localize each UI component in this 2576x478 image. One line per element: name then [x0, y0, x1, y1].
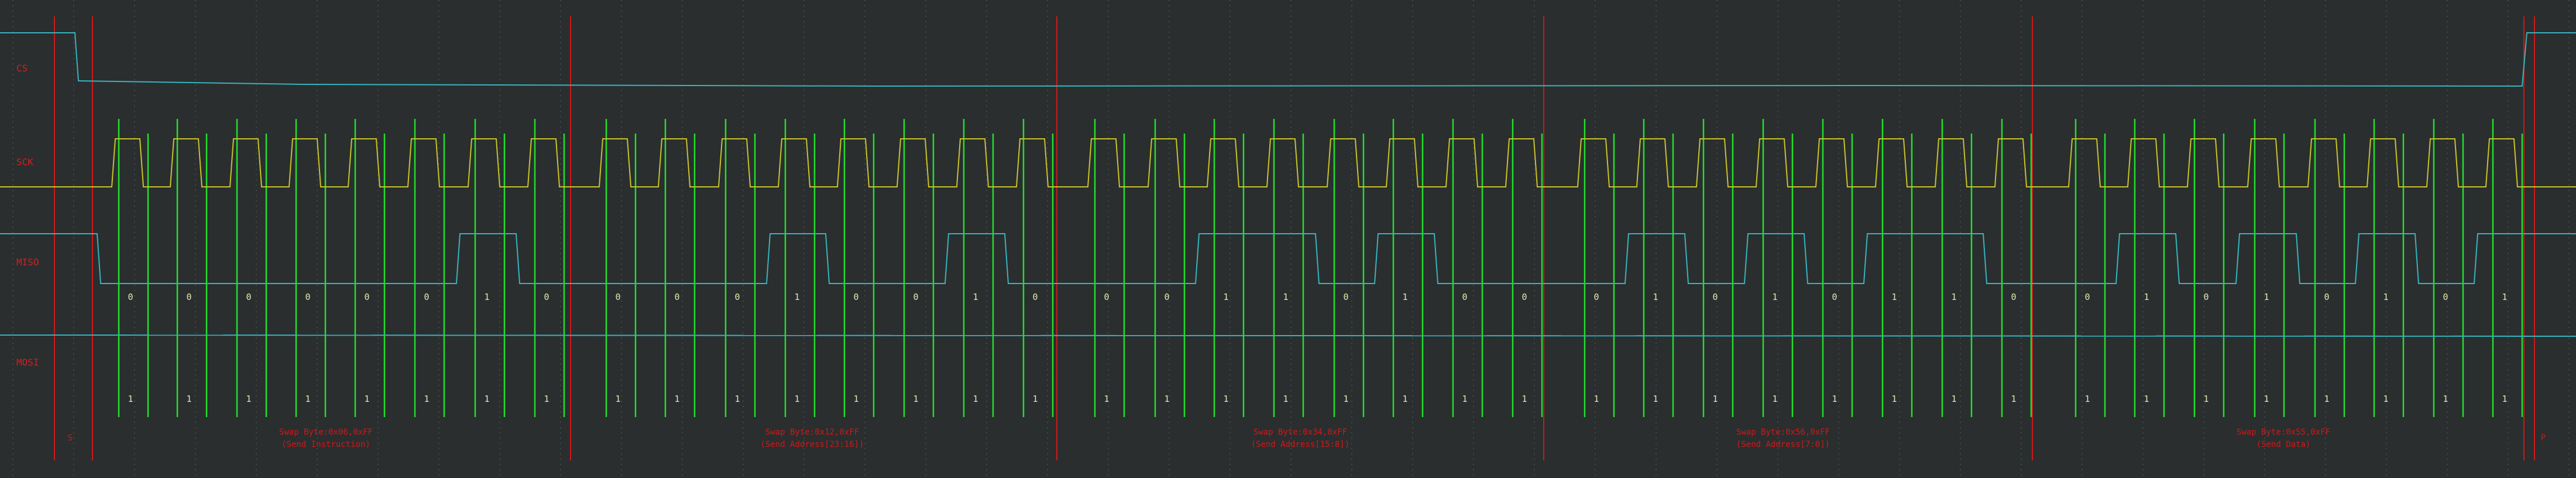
mosi-bit: 1	[246, 394, 251, 404]
miso-bit: 0	[2084, 292, 2090, 302]
miso-bit: 0	[186, 292, 191, 302]
miso-bit: 0	[364, 292, 369, 302]
mosi-bit: 1	[1832, 394, 1837, 404]
miso-bit: 1	[1891, 292, 1897, 302]
byte-4-annotation-desc: (Send Data)	[2256, 440, 2311, 449]
miso-bit: 1	[1653, 292, 1658, 302]
mosi-bit: 1	[1891, 394, 1897, 404]
mosi-bit: 1	[1712, 394, 1718, 404]
mosi-bit: 1	[364, 394, 369, 404]
miso-bit: 0	[2443, 292, 2448, 302]
channel-label-sck: SCK	[16, 156, 33, 168]
mosi-bit: 1	[1593, 394, 1599, 404]
mosi-bit: 1	[973, 394, 978, 404]
byte-1-annotation-desc: (Send Address[23:16])	[760, 440, 864, 449]
miso-bit: 0	[1343, 292, 1348, 302]
mosi-bit: 1	[1402, 394, 1407, 404]
miso-bit: 0	[1593, 292, 1599, 302]
mosi-bit: 1	[1462, 394, 1467, 404]
mosi-bit: 1	[2383, 394, 2388, 404]
byte-2-annotation: Swap Byte:0x34,0xFF	[1253, 428, 1347, 437]
mosi-bit: 1	[484, 394, 489, 404]
mosi-bit: 1	[2011, 394, 2016, 404]
mosi-bit: 1	[1032, 394, 1038, 404]
miso-bit: 0	[913, 292, 918, 302]
mosi-bit: 1	[128, 394, 133, 404]
miso-bit: 0	[2324, 292, 2329, 302]
channel-label-miso: MISO	[16, 257, 39, 268]
miso-bit: 0	[1462, 292, 1467, 302]
byte-0-annotation: Swap Byte:0x06,0xFF	[279, 428, 373, 437]
mosi-bit: 1	[1521, 394, 1527, 404]
mosi-bit: 1	[2502, 394, 2507, 404]
mosi-bit: 1	[2324, 394, 2329, 404]
mosi-bit: 1	[305, 394, 310, 404]
mosi-bit: 1	[2084, 394, 2090, 404]
mosi-bit: 1	[2264, 394, 2269, 404]
miso-bit: 0	[1712, 292, 1718, 302]
miso-bit: 0	[128, 292, 133, 302]
mosi-bit: 1	[2443, 394, 2448, 404]
mosi-bit: 1	[424, 394, 429, 404]
miso-bit: 1	[2383, 292, 2388, 302]
miso-bit: 0	[1521, 292, 1527, 302]
mosi-bit: 1	[2144, 394, 2149, 404]
mosi-bit: 1	[853, 394, 858, 404]
miso-bit: 1	[1223, 292, 1228, 302]
miso-bit: 0	[424, 292, 429, 302]
miso-bit: 0	[246, 292, 251, 302]
mosi-bit: 1	[1104, 394, 1109, 404]
mosi-bit: 1	[734, 394, 740, 404]
mosi-bit: 1	[1283, 394, 1288, 404]
mosi-bit: 1	[186, 394, 191, 404]
byte-2-annotation-desc: (Send Address[15:8])	[1251, 440, 1350, 449]
mosi-bit: 1	[1164, 394, 1169, 404]
miso-bit: 1	[1402, 292, 1407, 302]
miso-bit: 0	[615, 292, 620, 302]
miso-bit: 0	[1104, 292, 1109, 302]
miso-bit: 0	[1832, 292, 1837, 302]
miso-bit: 0	[1164, 292, 1169, 302]
miso-bit: 0	[853, 292, 858, 302]
miso-bit: 0	[2011, 292, 2016, 302]
miso-bit: 0	[305, 292, 310, 302]
byte-1-annotation: Swap Byte:0x12,0xFF	[765, 428, 859, 437]
byte-4-annotation: Swap Byte:0x55,0xFF	[2237, 428, 2330, 437]
logic-analyzer-view: CS SCK MISO MOSI 0 0 0 0 0 0 1 0 1 1 1 1 1 1 1 1 0 0 0 1 0 0 1…	[0, 0, 2576, 478]
channel-label-mosi: MOSI	[16, 357, 39, 368]
mosi-bit: 1	[2203, 394, 2209, 404]
mosi-bit: 1	[1653, 394, 1658, 404]
mosi-bit: 1	[1223, 394, 1228, 404]
mosi-bit: 1	[1772, 394, 1777, 404]
mosi-bit: 1	[674, 394, 679, 404]
mosi-bit: 1	[544, 394, 549, 404]
miso-bit: 1	[973, 292, 978, 302]
miso-bit: 0	[734, 292, 740, 302]
miso-bit: 1	[2502, 292, 2507, 302]
miso-bit: 1	[794, 292, 799, 302]
mosi-bit: 1	[913, 394, 918, 404]
miso-bit: 1	[1951, 292, 1956, 302]
channel-label-cs: CS	[16, 63, 28, 74]
miso-bit: 0	[2203, 292, 2209, 302]
miso-bit: 0	[544, 292, 549, 302]
miso-bit: 1	[2264, 292, 2269, 302]
stop-marker: P	[2541, 433, 2546, 443]
miso-bit: 1	[1772, 292, 1777, 302]
mosi-bit: 1	[615, 394, 620, 404]
byte-0-annotation-desc: (Send Instruction)	[281, 440, 370, 449]
mosi-bit: 1	[794, 394, 799, 404]
byte-3-annotation-desc: (Send Address[7:0])	[1736, 440, 1830, 449]
miso-bit: 1	[2144, 292, 2149, 302]
plot-background	[0, 0, 2576, 478]
miso-bit: 0	[674, 292, 679, 302]
miso-bit: 1	[484, 292, 489, 302]
mosi-bit: 1	[1343, 394, 1348, 404]
start-marker: S	[68, 433, 73, 443]
miso-bit: 1	[1283, 292, 1288, 302]
miso-bit: 0	[1032, 292, 1038, 302]
mosi-bit: 1	[1951, 394, 1956, 404]
byte-3-annotation: Swap Byte:0x56,0xFF	[1736, 428, 1830, 437]
